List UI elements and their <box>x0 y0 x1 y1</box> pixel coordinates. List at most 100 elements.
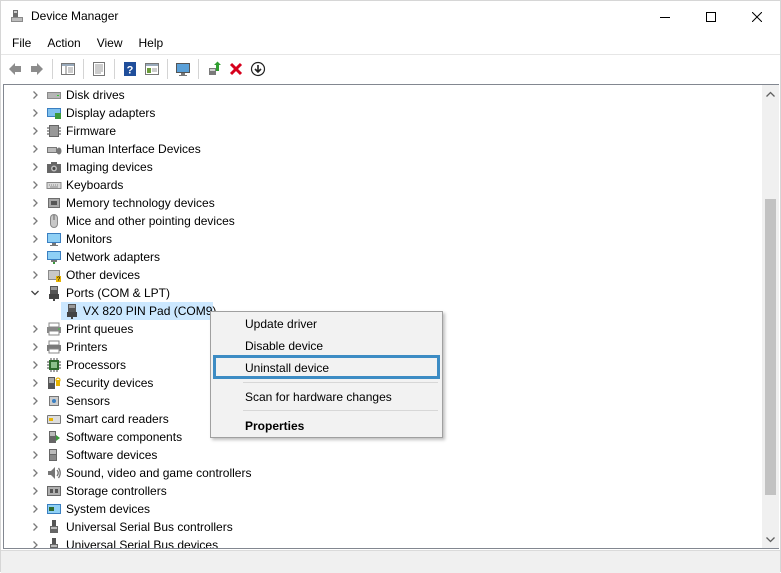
uninstall-button[interactable] <box>225 58 247 80</box>
tree-category-item[interactable]: Universal Serial Bus controllers <box>4 518 764 536</box>
tree-category-item[interactable]: Storage controllers <box>4 482 764 500</box>
chevron-right-icon[interactable] <box>30 89 40 101</box>
ctx-properties[interactable]: Properties <box>213 415 440 437</box>
vertical-scrollbar[interactable] <box>762 85 779 548</box>
tree-item-label: Firmware <box>66 124 116 138</box>
tree-item-label: Imaging devices <box>66 160 153 174</box>
processor-icon <box>47 358 61 372</box>
chevron-right-icon[interactable] <box>30 431 40 443</box>
security-icon <box>48 377 61 389</box>
tree-category-item[interactable]: Human Interface Devices <box>4 140 764 158</box>
chevron-right-icon[interactable] <box>30 161 40 173</box>
scrollbar-thumb[interactable] <box>765 199 776 495</box>
tree-item-label: Disk drives <box>66 88 125 102</box>
tree-category-item[interactable]: Ports (COM & LPT) <box>4 284 764 302</box>
menu-file[interactable]: File <box>4 34 39 52</box>
chevron-right-icon[interactable] <box>30 341 40 353</box>
tree-category-item[interactable]: Sound, video and game controllers <box>4 464 764 482</box>
tree-category-item[interactable]: ? Other devices <box>4 266 764 284</box>
maximize-icon <box>706 11 716 22</box>
ctx-update-driver[interactable]: Update driver <box>213 313 440 335</box>
tree-item-label: Storage controllers <box>66 484 167 498</box>
menu-help[interactable]: Help <box>131 34 172 52</box>
tree-category-item[interactable]: Monitors <box>4 230 764 248</box>
chevron-right-icon[interactable] <box>30 449 40 461</box>
chevron-right-icon[interactable] <box>30 143 40 155</box>
chevron-right-icon[interactable] <box>30 233 40 245</box>
chevron-right-icon[interactable] <box>30 395 40 407</box>
ctx-separator <box>243 410 438 411</box>
title-bar: Device Manager <box>1 1 780 32</box>
chevron-right-icon[interactable] <box>30 125 40 137</box>
tree-category-item[interactable]: Mice and other pointing devices <box>4 212 764 230</box>
close-button[interactable] <box>734 1 780 32</box>
tree-category-item[interactable]: System devices <box>4 500 764 518</box>
chevron-right-icon[interactable] <box>30 521 40 533</box>
tree-item-label: Monitors <box>66 232 113 246</box>
tree-item-label: Sound, video and game controllers <box>66 466 252 480</box>
tree-item-label: Human Interface Devices <box>66 142 201 156</box>
back-icon <box>9 62 21 75</box>
chevron-right-icon[interactable] <box>30 269 40 281</box>
tree-item-label: Ports (COM & LPT) <box>66 286 171 300</box>
show-hide-console-tree-icon <box>61 62 75 75</box>
camera-icon <box>47 162 61 173</box>
view-button[interactable] <box>141 58 163 80</box>
chevron-right-icon[interactable] <box>30 251 40 263</box>
monitor-icon <box>47 233 61 246</box>
ctx-disable-device[interactable]: Disable device <box>213 335 440 357</box>
tree-category-item[interactable]: Universal Serial Bus devices <box>4 536 764 549</box>
chevron-right-icon[interactable] <box>30 503 40 515</box>
chevron-right-icon[interactable] <box>30 107 40 119</box>
chevron-right-icon[interactable] <box>30 179 40 191</box>
port-icon <box>67 304 77 319</box>
properties-button[interactable] <box>88 58 110 80</box>
forward-button[interactable] <box>26 58 48 80</box>
chevron-right-icon[interactable] <box>30 413 40 425</box>
memory-icon <box>48 198 60 208</box>
menu-action[interactable]: Action <box>39 34 88 52</box>
scan-hardware-button[interactable] <box>172 58 194 80</box>
tree-category-item[interactable]: Imaging devices <box>4 158 764 176</box>
help-button[interactable]: ? <box>119 58 141 80</box>
scroll-up-button[interactable] <box>762 85 779 102</box>
scroll-down-button[interactable] <box>762 531 779 548</box>
tree-category-item[interactable]: Memory technology devices <box>4 194 764 212</box>
back-button[interactable] <box>4 58 26 80</box>
tree-item-label: VX 820 PIN Pad (COM9) <box>83 304 217 318</box>
tree-category-item[interactable]: Disk drives <box>4 86 764 104</box>
show-hide-console-tree-button[interactable] <box>57 58 79 80</box>
network-icon <box>47 251 61 264</box>
chevron-right-icon[interactable] <box>30 467 40 479</box>
tree-item-label: Software components <box>66 430 183 444</box>
sound-icon <box>48 467 61 479</box>
chevron-right-icon[interactable] <box>30 323 40 335</box>
sensor-icon <box>49 396 59 406</box>
chevron-right-icon[interactable] <box>30 539 40 549</box>
menu-view[interactable]: View <box>89 34 131 52</box>
chevron-right-icon[interactable] <box>30 197 40 209</box>
tree-item-label: System devices <box>66 502 151 516</box>
maximize-button[interactable] <box>688 1 734 32</box>
tree-category-item[interactable]: Display adapters <box>4 104 764 122</box>
chevron-down-icon[interactable] <box>30 287 40 299</box>
tree-item-label: Smart card readers <box>66 412 169 426</box>
minimize-button[interactable] <box>642 1 688 32</box>
update-driver-button[interactable] <box>203 58 225 80</box>
uninstall-icon <box>229 62 243 75</box>
tree-category-item[interactable]: Firmware <box>4 122 764 140</box>
minimize-icon <box>660 16 670 18</box>
tree-item-label: Keyboards <box>66 178 124 192</box>
chevron-right-icon[interactable] <box>30 485 40 497</box>
tree-category-item[interactable]: Keyboards <box>4 176 764 194</box>
ctx-disable-device-label: Disable device <box>245 339 324 353</box>
close-icon <box>752 11 762 22</box>
download-button[interactable] <box>247 58 269 80</box>
chevron-right-icon[interactable] <box>30 215 40 227</box>
tree-item-label: Network adapters <box>66 250 161 264</box>
ctx-scan-hardware[interactable]: Scan for hardware changes <box>213 386 440 408</box>
chevron-right-icon[interactable] <box>30 359 40 371</box>
chevron-right-icon[interactable] <box>30 377 40 389</box>
tree-category-item[interactable]: Software devices <box>4 446 764 464</box>
tree-category-item[interactable]: Network adapters <box>4 248 764 266</box>
